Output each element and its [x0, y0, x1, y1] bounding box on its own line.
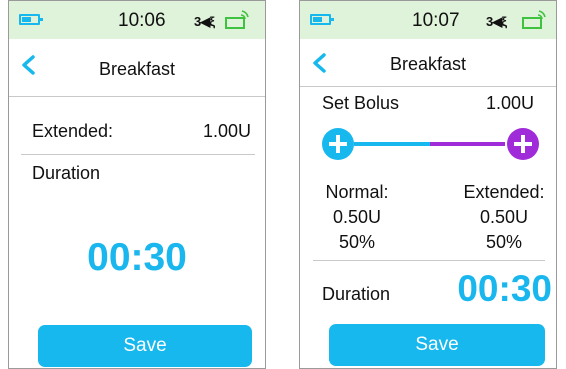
normal-portion-bar — [354, 142, 430, 146]
status-bar: 10:07 3◀ξ — [300, 1, 556, 39]
divider — [313, 260, 545, 261]
duration-value[interactable]: 00:30 — [9, 236, 265, 280]
vibrate-icon: 3◀ξ — [194, 14, 215, 29]
normal-label: Normal: — [325, 182, 389, 202]
extended-bolus-screen: 10:06 3◀ξ Breakfast Extended: 1.00U Dura… — [8, 0, 266, 369]
divider — [9, 96, 265, 97]
duration-label: Duration — [322, 284, 391, 304]
signal-icon — [522, 10, 546, 29]
battery-icon — [310, 14, 334, 25]
extended-value[interactable]: 1.00U — [203, 121, 251, 142]
normal-amount: 0.50U — [332, 207, 382, 227]
status-bar: 10:06 3◀ξ — [9, 1, 265, 39]
set-bolus-screen: 10:07 3◀ξ Breakfast Set Bolus 1.00U Norm… — [299, 0, 557, 369]
save-button[interactable]: Save — [38, 325, 252, 367]
extended-label: Extended: — [463, 182, 545, 202]
extended-label: Extended: — [32, 121, 114, 141]
divider — [300, 86, 556, 87]
extended-block: Extended: 0.50U 50% — [453, 180, 555, 255]
battery-icon — [19, 14, 43, 25]
duration-value[interactable]: 00:30 — [457, 268, 552, 310]
signal-icon — [225, 10, 249, 29]
vibrate-icon: 3◀ξ — [486, 14, 507, 29]
extended-portion-bar — [429, 142, 505, 146]
duration-label: Duration — [32, 163, 101, 183]
normal-percent: 50% — [338, 232, 376, 252]
normal-block: Normal: 0.50U 50% — [309, 180, 405, 255]
bolus-split-slider[interactable] — [354, 142, 505, 146]
status-time: 10:07 — [412, 10, 460, 31]
normal-increase-icon[interactable] — [322, 128, 354, 160]
title-bar: Breakfast — [9, 39, 265, 93]
page-title: Breakfast — [98, 59, 176, 79]
status-time: 10:06 — [118, 10, 166, 31]
extended-increase-icon[interactable] — [507, 128, 539, 160]
save-button[interactable]: Save — [329, 324, 545, 366]
extended-percent: 50% — [485, 232, 523, 252]
set-bolus-label: Set Bolus — [322, 93, 400, 113]
page-title: Breakfast — [389, 54, 467, 74]
set-bolus-value: 1.00U — [485, 93, 534, 113]
title-bar: Breakfast — [300, 39, 556, 83]
extended-amount: 0.50U — [479, 207, 529, 227]
divider — [21, 154, 255, 155]
